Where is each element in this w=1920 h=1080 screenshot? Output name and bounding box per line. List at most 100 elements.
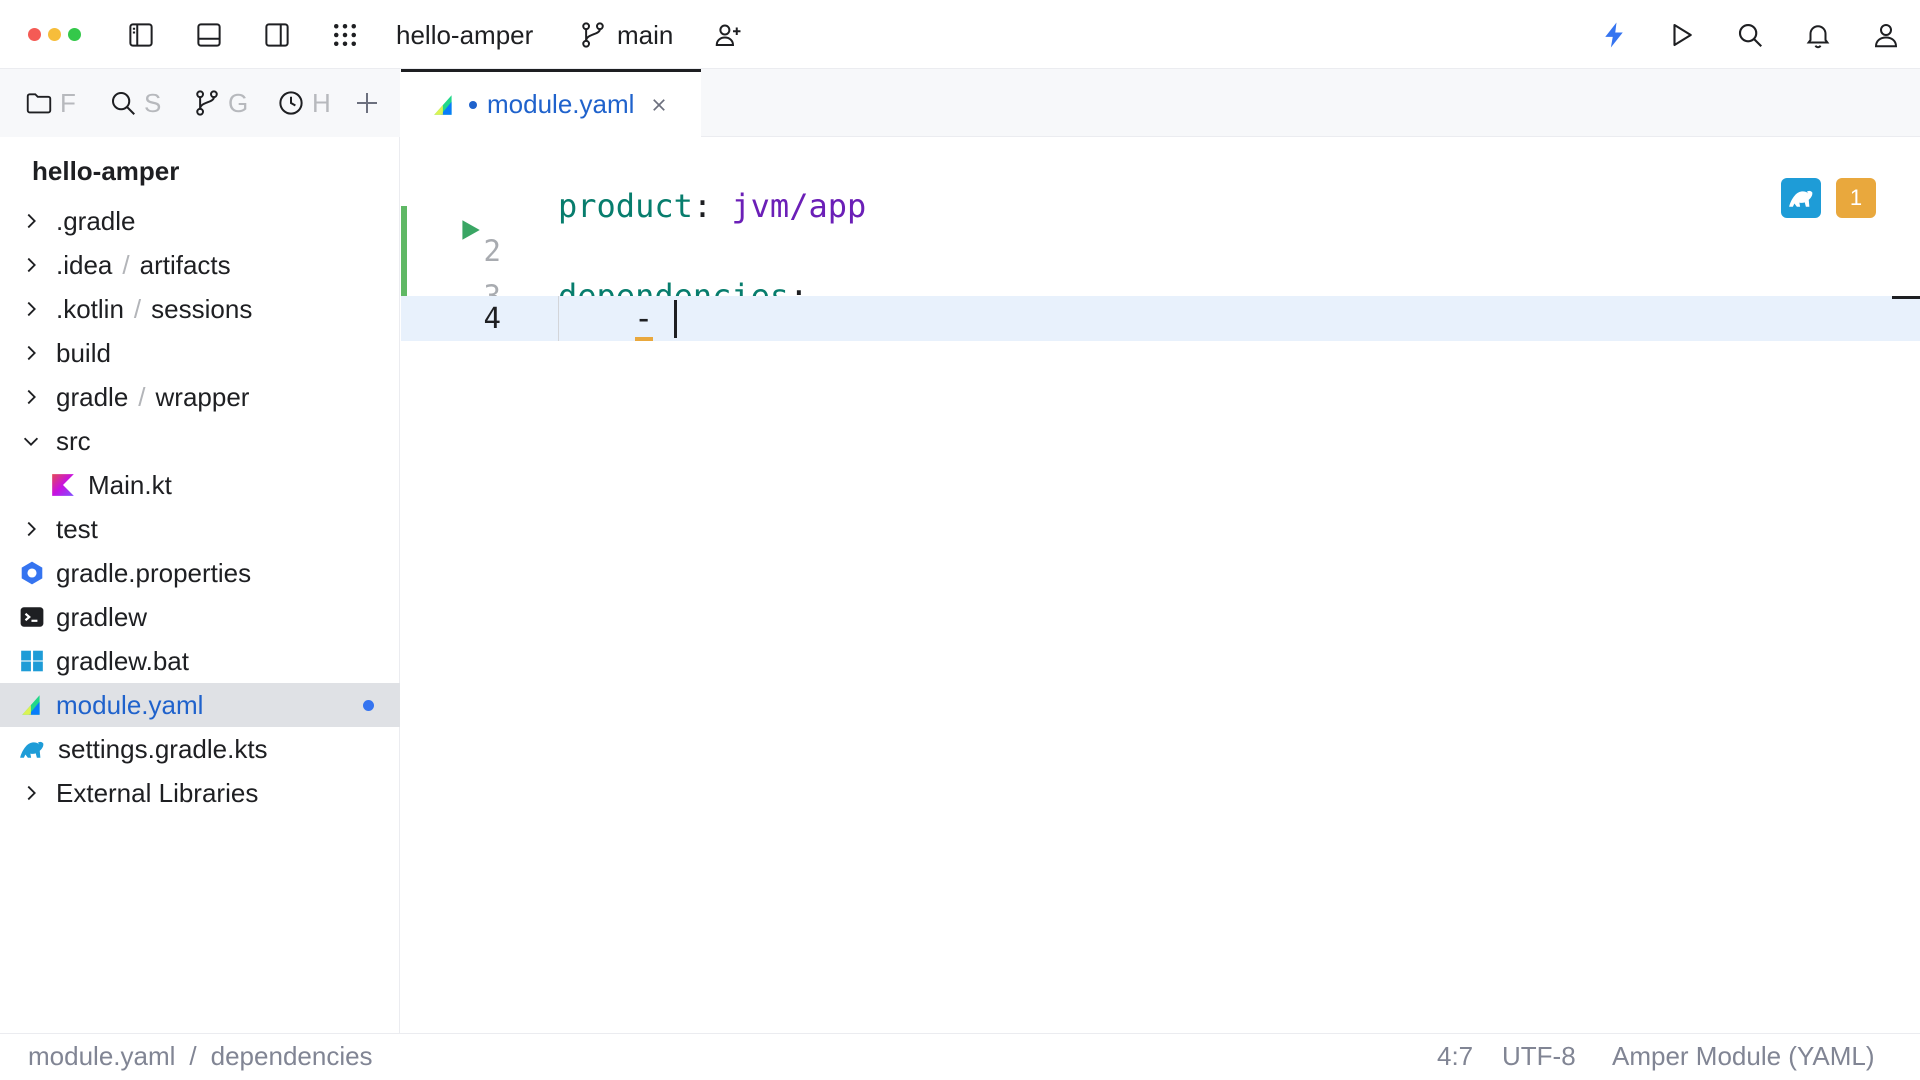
tree-item-kotlin-dir[interactable]: .kotlin / sessions	[0, 287, 400, 331]
tree-item-gradle-properties[interactable]: gradle.properties	[0, 551, 400, 595]
branch-name[interactable]: main	[617, 16, 673, 54]
modified-indicator	[363, 700, 374, 711]
tree-item-label: src	[56, 425, 91, 456]
tree-item-main-kt[interactable]: Main.kt	[0, 463, 400, 507]
tree-item-label: gradle.properties	[56, 557, 252, 588]
breadcrumb-item[interactable]: dependencies	[211, 1041, 373, 1071]
tab-git[interactable]: G	[192, 83, 248, 123]
tree-item-build-dir[interactable]: build	[0, 331, 400, 375]
tab-label: F	[60, 87, 76, 118]
chevron-right-icon[interactable]	[20, 782, 42, 804]
tree-item-label: .kotlin	[56, 293, 124, 324]
tab-label: module.yaml	[487, 89, 635, 119]
chevron-right-icon[interactable]	[20, 210, 42, 232]
project-root-title[interactable]: hello-amper	[32, 151, 179, 191]
file-type[interactable]: Amper Module (YAML)	[1612, 1041, 1875, 1072]
chevron-right-icon[interactable]	[20, 342, 42, 364]
tree-item-test-dir[interactable]: test	[0, 507, 400, 551]
tree-item-gradle-wrapper-dir[interactable]: gradle / wrapper	[0, 375, 400, 419]
editor-tab-strip: module.yaml	[401, 69, 1920, 137]
chevron-right-icon[interactable]	[20, 254, 42, 276]
status-bar: module.yaml / dependencies 4:7 UTF-8 Amper…	[0, 1033, 1920, 1080]
tree-item-label: gradlew.bat	[56, 645, 189, 676]
tree-item-label: .gradle	[56, 205, 136, 236]
title-bar: hello-amper main	[0, 0, 1920, 69]
toggle-left-panel-icon[interactable]	[122, 16, 160, 54]
notifications-bell-icon[interactable]	[1799, 16, 1837, 54]
file-encoding[interactable]: UTF-8	[1502, 1041, 1576, 1072]
line-number: 4	[483, 301, 501, 335]
lightning-icon[interactable]	[1595, 16, 1633, 54]
tree-item-sublabel: sessions	[151, 293, 253, 324]
tree-item-label: .idea	[56, 249, 113, 280]
close-icon[interactable]	[650, 96, 668, 114]
tree-item-sublabel: wrapper	[155, 381, 250, 412]
tree-item-gradlew-bat[interactable]: gradlew.bat	[0, 639, 400, 683]
tree-item-gradle-dir[interactable]: .gradle	[0, 199, 400, 243]
tree-item-sublabel: artifacts	[139, 249, 231, 280]
toggle-bottom-panel-icon[interactable]	[190, 16, 228, 54]
caret-position[interactable]: 4:7	[1437, 1041, 1473, 1072]
tab-label: H	[312, 87, 331, 118]
apps-grid-icon[interactable]	[326, 16, 364, 54]
add-tab-button[interactable]	[352, 83, 384, 123]
toggle-right-panel-icon[interactable]	[258, 16, 296, 54]
user-profile-icon[interactable]	[1867, 16, 1905, 54]
project-name[interactable]: hello-amper	[396, 16, 533, 54]
run-icon[interactable]	[1663, 16, 1701, 54]
path-separator: /	[122, 249, 130, 280]
breadcrumb-item[interactable]: module.yaml	[28, 1041, 175, 1071]
close-window-button[interactable]	[28, 28, 41, 41]
scrollbar-marker[interactable]	[1892, 296, 1920, 299]
code-line-current[interactable]: 4 -	[401, 296, 1920, 341]
tab-history[interactable]: H	[276, 83, 332, 123]
amper-module-icon	[434, 94, 452, 115]
add-user-icon[interactable]	[709, 16, 747, 54]
properties-file-icon	[21, 561, 43, 585]
path-separator: /	[138, 381, 146, 412]
breadcrumb: module.yaml / dependencies	[28, 1041, 373, 1072]
code-line[interactable]: product: jvm/app	[401, 184, 1920, 240]
text-caret	[674, 300, 677, 338]
minimize-window-button[interactable]	[48, 28, 61, 41]
tree-item-module-yaml[interactable]: module.yaml	[0, 683, 400, 727]
windows-batch-icon	[21, 650, 43, 672]
search-icon[interactable]	[1731, 16, 1769, 54]
maximize-window-button[interactable]	[68, 28, 81, 41]
chevron-right-icon[interactable]	[20, 386, 42, 408]
tab-search[interactable]: S	[108, 83, 164, 123]
gradle-elephant-icon	[1789, 190, 1813, 207]
tab-label: S	[144, 87, 162, 118]
tree-item-external-libraries[interactable]: External Libraries	[0, 771, 400, 815]
modified-indicator	[469, 100, 477, 109]
gradle-elephant-icon	[20, 741, 44, 758]
tree-item-label: build	[56, 337, 111, 368]
code-line[interactable]: 2	[401, 229, 1920, 274]
tab-module-yaml[interactable]: module.yaml	[401, 69, 701, 137]
tree-item-label: test	[56, 513, 98, 544]
tab-label: G	[228, 87, 248, 118]
gradle-sync-badge[interactable]	[1781, 178, 1821, 218]
indent-guide	[558, 296, 559, 341]
tab-project-files[interactable]: F	[24, 83, 80, 123]
terminal-script-icon	[20, 607, 44, 627]
tree-item-idea-dir[interactable]: .idea / artifacts	[0, 243, 400, 287]
chevron-right-icon[interactable]	[20, 518, 42, 540]
tree-item-settings-gradle-kts[interactable]: settings.gradle.kts	[0, 727, 400, 771]
problems-count-badge[interactable]: 1	[1836, 178, 1876, 218]
warning-underline	[635, 337, 653, 341]
chevron-right-icon[interactable]	[20, 298, 42, 320]
tree-item-label: Main.kt	[88, 469, 172, 500]
code-editor[interactable]: product: jvm/app 2 3 dependencies: 4 -	[401, 138, 1920, 1033]
folder-icon	[26, 93, 52, 114]
clock-icon	[279, 91, 303, 115]
sidebar-tab-strip: F S G H	[0, 69, 400, 137]
tree-item-label: gradle	[56, 381, 129, 412]
tree-item-src-dir[interactable]: src	[0, 419, 400, 463]
code-line-text: -	[634, 299, 654, 337]
git-branch-icon[interactable]	[574, 16, 612, 54]
tree-item-label: gradlew	[56, 601, 148, 632]
tree-item-gradlew[interactable]: gradlew	[0, 595, 400, 639]
chevron-down-icon[interactable]	[20, 430, 42, 452]
line-number: 2	[483, 234, 501, 268]
